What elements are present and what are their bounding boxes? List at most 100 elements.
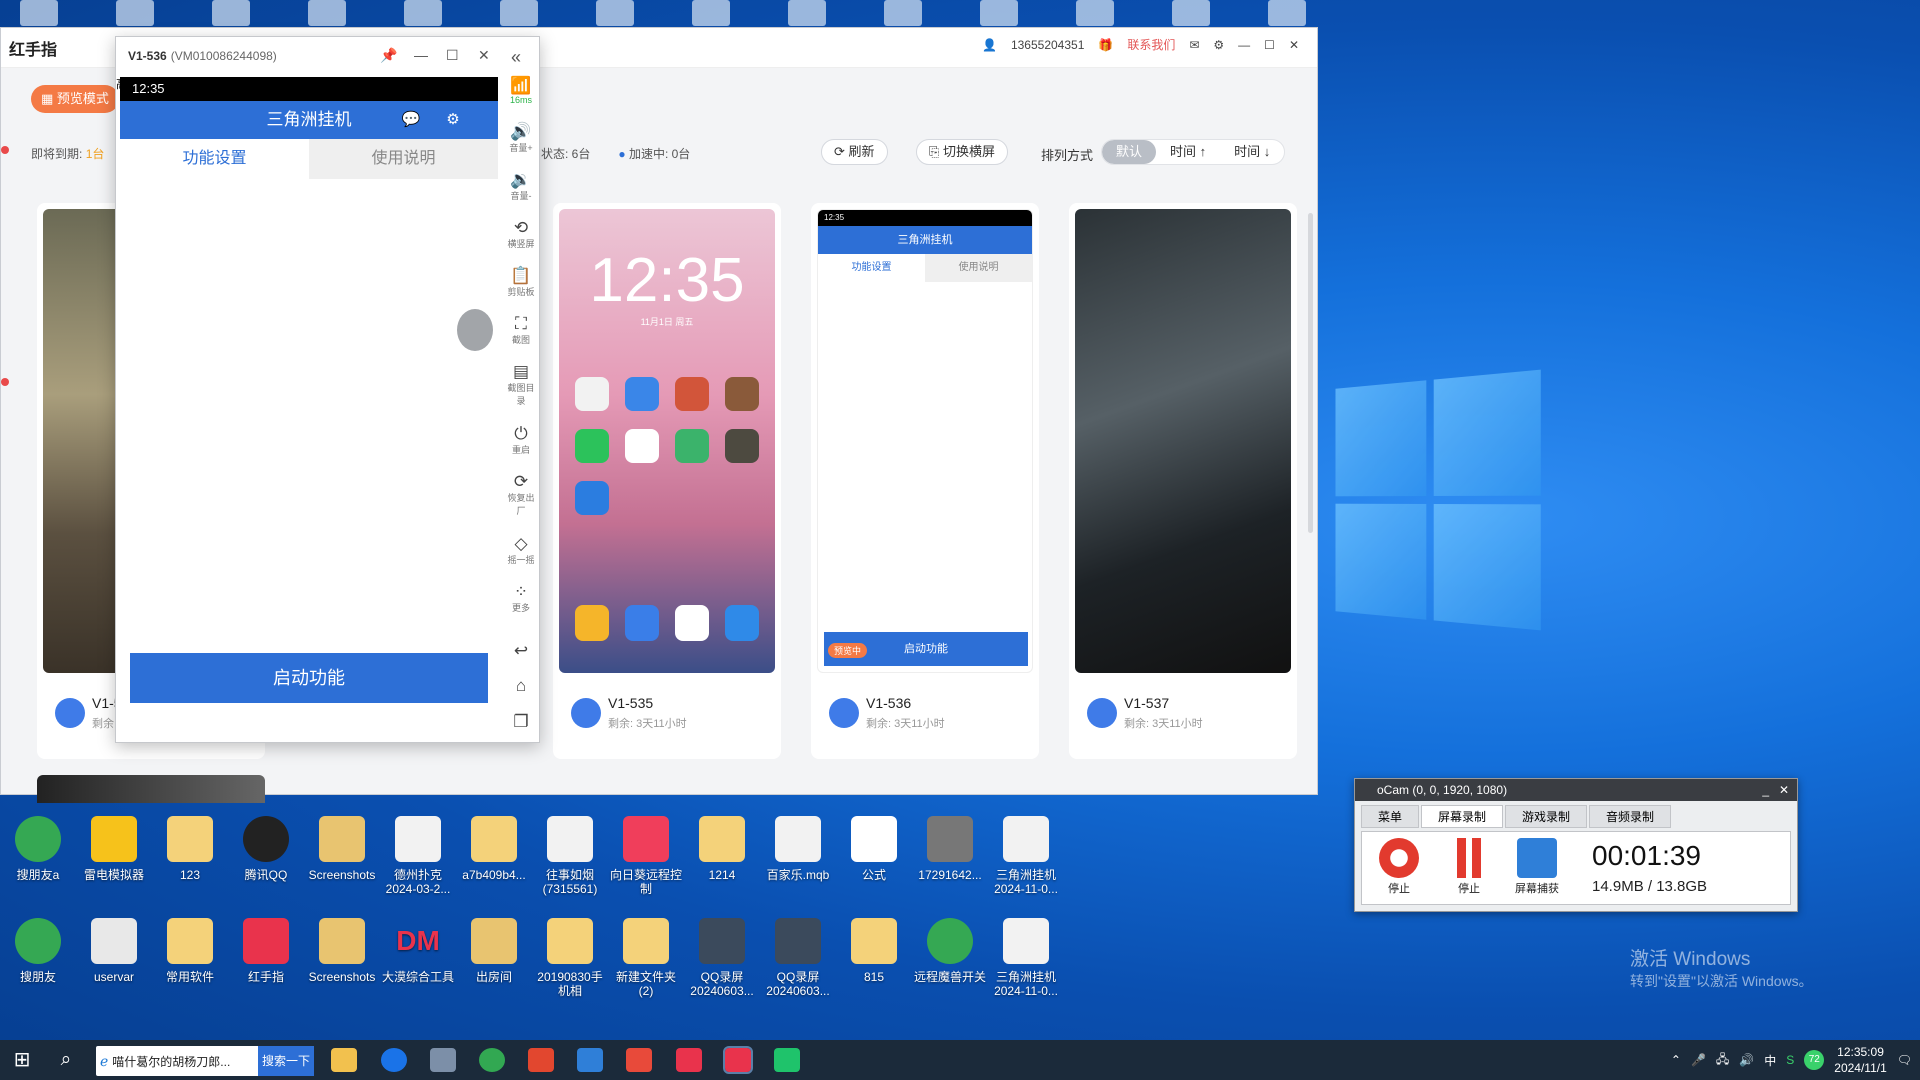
desktop-icon[interactable]: 往事如烟 (7315561) <box>533 816 607 896</box>
recents-button[interactable]: ❐ <box>504 713 538 731</box>
notification-icon[interactable]: 🗨 <box>1897 1053 1912 1067</box>
desktop-icon[interactable]: 17291642... <box>913 816 987 882</box>
volume-down-tool[interactable]: 🔉 音量- <box>504 171 538 202</box>
factory-reset-tool[interactable]: ⟳ 恢复出厂 <box>504 473 538 517</box>
user-avatar-icon[interactable]: 👤 <box>982 38 997 52</box>
desktop-icon[interactable]: Screenshots <box>305 816 379 882</box>
close-button[interactable]: ✕ <box>1289 38 1299 52</box>
volume-icon[interactable]: 🔊 <box>1739 1053 1754 1067</box>
hongshouzhi-active-icon[interactable] <box>723 1046 753 1074</box>
back-button[interactable]: ↩ <box>504 642 538 660</box>
desktop-icon[interactable]: 新建文件夹 (2) <box>609 918 683 998</box>
taskbar-clock[interactable]: 12:35:09 2024/11/1 <box>1834 1044 1887 1076</box>
sort-default[interactable]: 默认 <box>1102 140 1157 164</box>
search-icon[interactable]: ⌕ <box>44 1040 88 1080</box>
desktop-icon[interactable]: QQ录屏 20240603... <box>685 918 759 998</box>
device-screen-preview[interactable]: 12:35 11月1日 周五 <box>559 209 775 673</box>
sort-time-asc[interactable]: 时间 ↑ <box>1156 140 1220 164</box>
ime-indicator[interactable]: 中 <box>1764 1052 1776 1069</box>
desktop-icon[interactable]: uservar <box>77 918 151 984</box>
battery-badge[interactable]: 72 <box>1804 1050 1825 1070</box>
home-button[interactable]: ⌂ <box>504 677 538 695</box>
desktop-icon[interactable]: DM 大漠综合工具 <box>381 918 455 984</box>
desktop-icon[interactable]: 雷电模拟器 <box>77 816 151 882</box>
desktop-icon[interactable]: a7b409b4... <box>457 816 531 882</box>
maximize-button[interactable]: ☐ <box>446 47 459 64</box>
desktop-icon[interactable]: 红手指 <box>229 918 303 984</box>
desktop-icon[interactable]: 20190830手 机相 <box>533 918 607 998</box>
tab-menu[interactable]: 菜单 <box>1361 805 1420 828</box>
desktop-icon[interactable]: QQ录屏 20240603... <box>761 918 835 998</box>
search-button[interactable]: 搜索一下 <box>258 1046 314 1076</box>
hongshouzhi-icon[interactable] <box>676 1048 702 1072</box>
volume-up-tool[interactable]: 🔊 音量+ <box>504 123 538 154</box>
phone-screen[interactable]: 12:35 三角洲挂机 💬 ⚙ 功能设置 使用说明 启动功能 <box>120 77 498 739</box>
scrollbar[interactable] <box>1308 213 1313 533</box>
desktop-icon[interactable]: 常用软件 <box>153 918 227 984</box>
start-function-button[interactable]: 启动功能 <box>130 653 488 703</box>
windows-start-button[interactable]: ⊞ <box>0 1040 44 1080</box>
close-button[interactable]: ✕ <box>1779 779 1789 801</box>
desktop-icon[interactable]: 向日葵远程控 制 <box>609 816 683 896</box>
stop-record-button[interactable]: 停止 <box>1374 838 1424 896</box>
desktop-icon[interactable]: 百家乐.mqb <box>761 816 835 882</box>
tab-game-record[interactable]: 游戏录制 <box>1505 805 1588 828</box>
device-screen-preview[interactable] <box>1075 209 1291 673</box>
floating-bug-icon[interactable] <box>457 309 493 351</box>
desktop-icon[interactable]: 搜朋友 <box>1 918 75 984</box>
microphone-icon[interactable]: 🎤 <box>1691 1053 1706 1067</box>
mail-icon[interactable]: ✉ <box>1189 38 1199 52</box>
browser-search-box[interactable]: ℯ 喵什葛尔的胡杨刀郎... 搜索一下 <box>96 1046 314 1076</box>
app-tray-icon[interactable]: S <box>1786 1053 1794 1067</box>
tab-help[interactable]: 使用说明 <box>309 139 498 179</box>
wps-icon[interactable] <box>528 1048 554 1072</box>
rotate-tool[interactable]: ⟲ 横竖屏 <box>504 219 538 250</box>
desktop-icon[interactable]: 1214 <box>685 816 759 882</box>
device-card[interactable]: 12:35 三角洲挂机 功能设置 使用说明 启动功能 预览中 V1-536 剩余… <box>811 203 1039 759</box>
iqiyi-icon[interactable] <box>774 1048 800 1072</box>
remote-icon[interactable] <box>577 1048 603 1072</box>
app-k-icon[interactable] <box>381 1048 407 1072</box>
reboot-tool[interactable]: ⏻ 重启 <box>504 425 538 456</box>
tab-settings[interactable]: 功能设置 <box>120 139 309 179</box>
maximize-button[interactable]: ☐ <box>1264 38 1275 52</box>
device-card[interactable]: 12:35 11月1日 周五 V1-535 剩余: 3天11小时 <box>553 203 781 759</box>
desktop-icon[interactable]: 三角洲挂机 2024-11-0... <box>989 918 1063 998</box>
collapse-panel-icon[interactable]: « <box>511 47 521 68</box>
desktop-icon[interactable]: 公式 <box>837 816 911 882</box>
browser-icon[interactable] <box>479 1048 505 1072</box>
network-icon[interactable]: 🖧 <box>1716 1050 1729 1071</box>
minimize-button[interactable]: — <box>1238 38 1250 52</box>
desktop-icon[interactable]: 德州扑克 2024-03-2... <box>381 816 455 896</box>
desktop-icon[interactable]: 815 <box>837 918 911 984</box>
desktop-icon[interactable]: Screenshots <box>305 918 379 984</box>
app-icon[interactable] <box>430 1048 456 1072</box>
gift-icon[interactable]: 🎁 <box>1098 38 1113 52</box>
next-row-card-preview[interactable] <box>37 775 265 803</box>
desktop-icon[interactable]: 搜朋友a <box>1 816 75 882</box>
desktop-icon[interactable]: 远程魔兽开关 <box>913 918 987 984</box>
device-screen-preview[interactable]: 12:35 三角洲挂机 功能设置 使用说明 启动功能 预览中 <box>817 209 1033 673</box>
pause-record-button[interactable]: 停止 <box>1444 838 1494 896</box>
desktop-icon[interactable]: 123 <box>153 816 227 882</box>
file-explorer-icon[interactable] <box>331 1048 357 1072</box>
close-button[interactable]: ✕ <box>478 47 490 64</box>
screenshot-folder-tool[interactable]: ▤ 截图目录 <box>504 363 538 407</box>
contact-us-link[interactable]: 联系我们 <box>1127 36 1175 53</box>
tab-screen-record[interactable]: 屏幕录制 <box>1421 805 1504 828</box>
desktop-icon[interactable]: 出房间 <box>457 918 531 984</box>
preview-mode-button[interactable]: ▦ 预览模式 <box>31 85 119 113</box>
more-tool[interactable]: ⁘ 更多 <box>504 583 538 614</box>
refresh-button[interactable]: ⟳ 刷新 <box>821 139 888 165</box>
shake-tool[interactable]: ◇ 摇一摇 <box>504 535 538 566</box>
minimize-button[interactable]: _ <box>1762 779 1769 801</box>
chat-icon[interactable]: 💬 <box>398 108 424 132</box>
sort-time-desc[interactable]: 时间 ↓ <box>1220 140 1284 164</box>
device-card[interactable]: V1-537 剩余: 3天11小时 <box>1069 203 1297 759</box>
settings-gear-icon[interactable]: ⚙ <box>440 108 466 132</box>
desktop-icon[interactable]: 三角洲挂机 2024-11-0... <box>989 816 1063 896</box>
clipboard-tool[interactable]: 📋 剪贴板 <box>504 267 538 298</box>
screen-capture-button[interactable]: 屏幕捕获 <box>1512 838 1562 896</box>
minimize-button[interactable]: — <box>414 47 428 63</box>
pin-icon[interactable]: 📌 <box>380 47 397 64</box>
